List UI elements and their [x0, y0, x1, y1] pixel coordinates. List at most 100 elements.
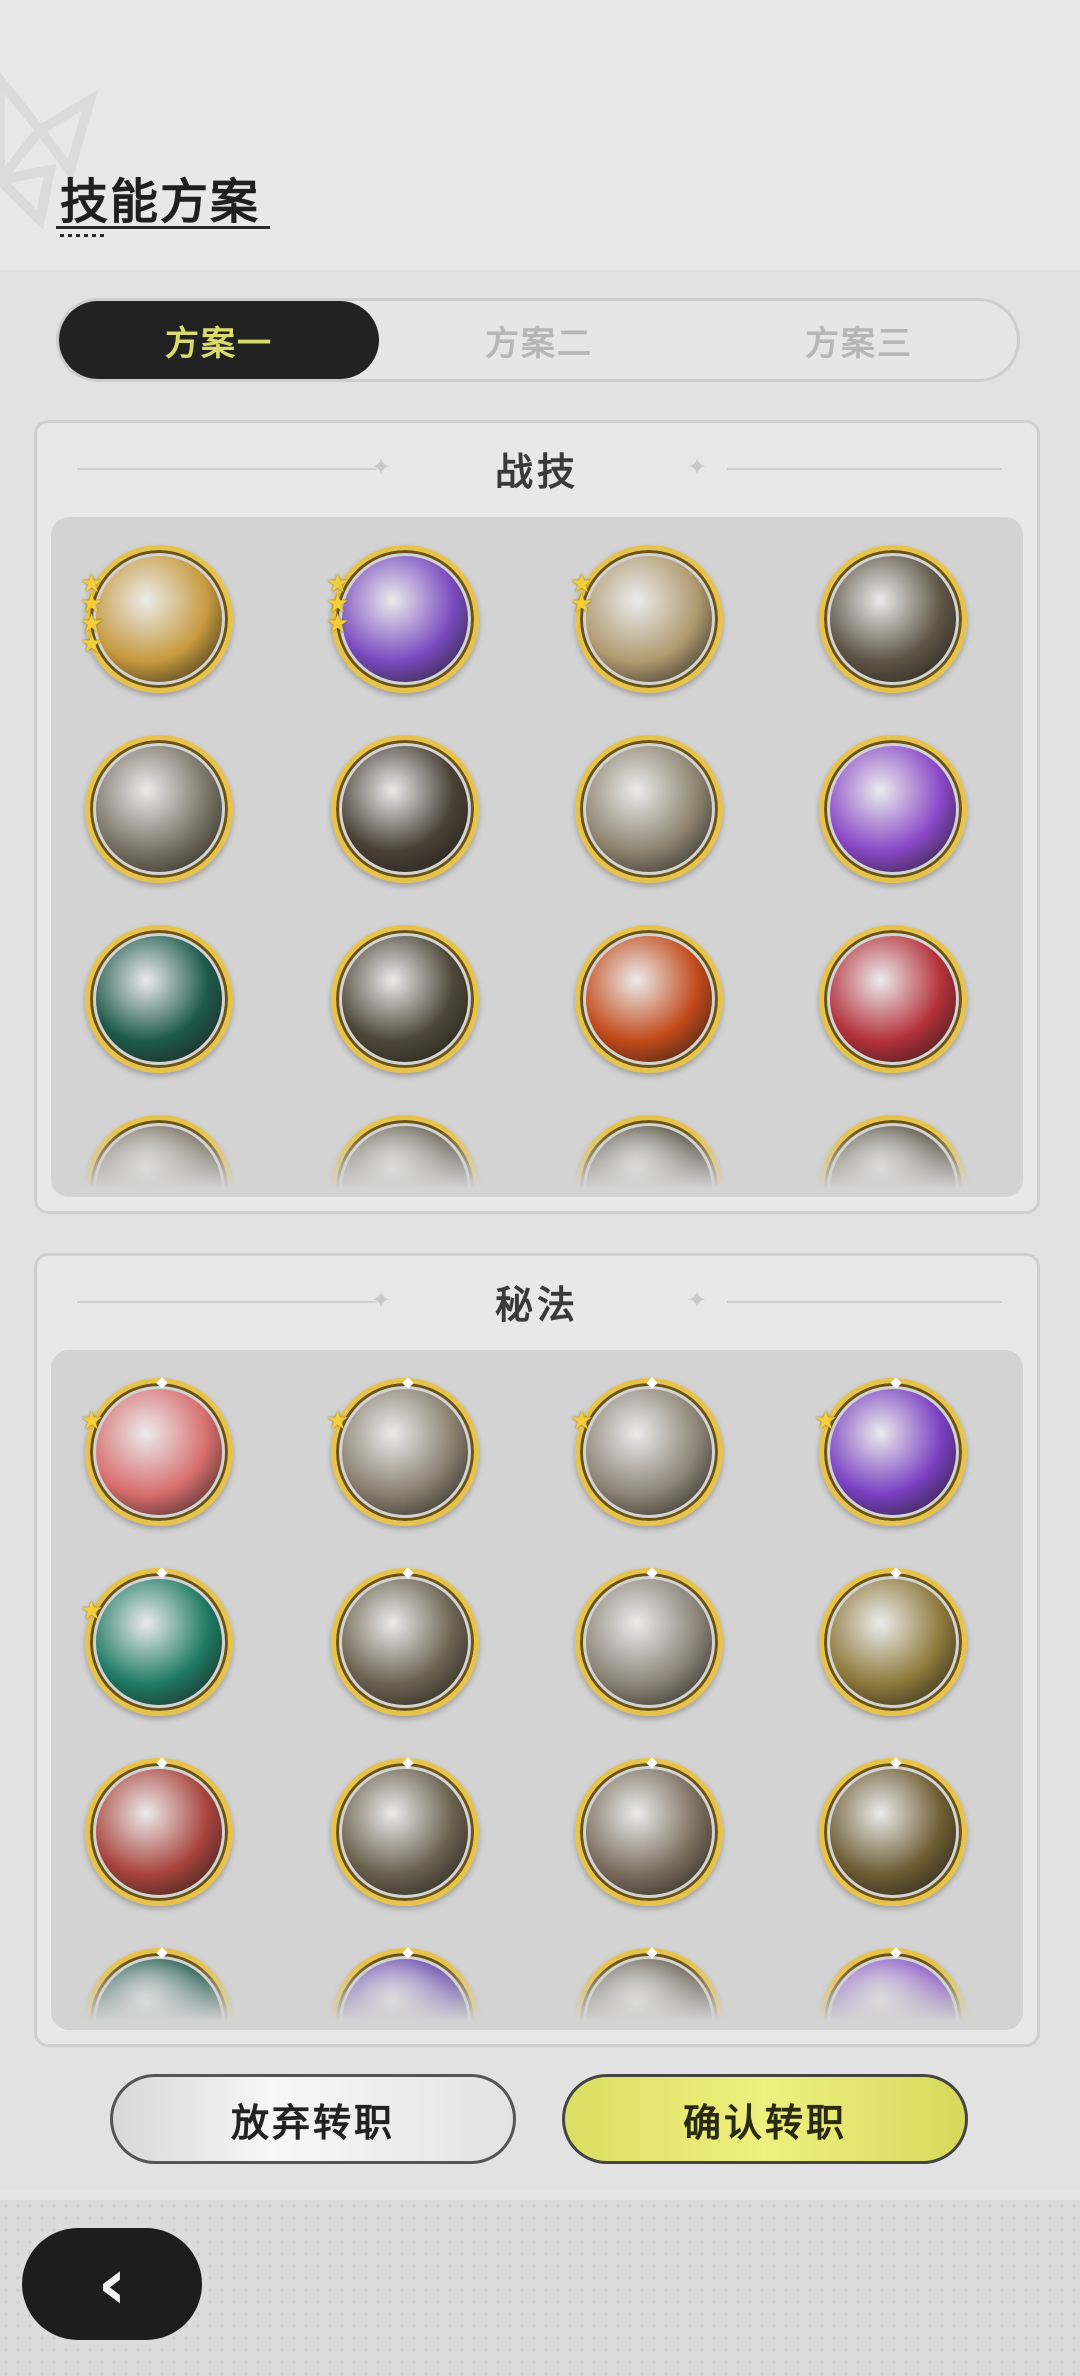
red-armor-icon[interactable]	[85, 1757, 233, 1906]
chevron-left-icon: ‹	[97, 2243, 127, 2325]
golden-armor-icon[interactable]	[819, 1567, 967, 1716]
blade-icon[interactable]	[575, 1567, 723, 1716]
marker-icon	[646, 1947, 658, 1959]
heart-badge-icon[interactable]	[575, 1757, 723, 1906]
scroll-fade	[51, 1962, 1023, 2030]
star-icon: ★	[80, 629, 104, 659]
marker-icon	[646, 1567, 658, 1579]
scroll-fade	[51, 1129, 1023, 1197]
whirl-arrow-icon[interactable]	[85, 735, 233, 883]
skill-artwork	[586, 746, 712, 872]
skill-artwork	[96, 746, 222, 872]
star-rating: ★	[80, 1408, 103, 1434]
skill-artwork	[586, 1579, 712, 1705]
star-icon: ★	[80, 1596, 104, 1626]
star-rating: ★	[80, 1596, 104, 1626]
skill-artwork	[830, 556, 956, 682]
skill-artwork	[342, 746, 468, 872]
marker-icon	[890, 1947, 902, 1959]
skill-artwork	[342, 1769, 468, 1895]
back-button[interactable]: ‹	[22, 2228, 202, 2340]
skill-artwork	[830, 1579, 956, 1705]
abandon-class-change-button[interactable]: 放弃转职	[110, 2074, 516, 2164]
star-icon: ★	[326, 1406, 350, 1436]
title-dots	[60, 234, 108, 237]
leaf-icon[interactable]: ★	[326, 1377, 479, 1526]
skill-artwork	[96, 556, 222, 682]
fire-emblem-icon[interactable]	[575, 925, 723, 1073]
marker-icon	[156, 1757, 168, 1769]
red-sword-icon[interactable]: ★	[80, 1377, 233, 1526]
star-rating: ★	[326, 1406, 350, 1436]
title-underline	[56, 226, 270, 229]
golden-swirl-icon[interactable]: ★ ★ ★ ★	[80, 545, 233, 693]
skill-artwork	[342, 1389, 468, 1515]
sparkle-icon: ✦	[687, 453, 708, 481]
skill-grid: ★ ★ ★ ★ ★	[51, 1350, 1023, 2030]
golden-plate-icon[interactable]	[819, 1757, 967, 1906]
panel-header: ✦ 战技 ✦	[37, 423, 1037, 513]
marker-icon	[156, 1947, 168, 1959]
skill-artwork	[586, 1389, 712, 1515]
star-rating: ★ ★	[570, 571, 594, 619]
skill-artwork	[342, 936, 468, 1062]
plan-tabs: 方案一 方案二 方案三	[56, 298, 1020, 382]
red-warrior-icon[interactable]	[819, 925, 967, 1073]
tab-plan-2[interactable]: 方案二	[379, 301, 699, 379]
marker-icon	[402, 1757, 414, 1769]
tab-plan-1[interactable]: 方案一	[59, 301, 379, 379]
sparkle-icon: ✦	[687, 1286, 708, 1314]
marker-icon	[402, 1377, 414, 1389]
skill-artwork	[96, 1579, 222, 1705]
confirm-class-change-button[interactable]: 确认转职	[562, 2074, 968, 2164]
panel-header: ✦ 秘法 ✦	[37, 1256, 1037, 1346]
marker-icon	[890, 1377, 902, 1389]
skill-artwork	[96, 936, 222, 1062]
marker-icon	[156, 1567, 168, 1579]
star-rating: ★ ★ ★ ★	[80, 571, 104, 659]
skill-artwork	[830, 746, 956, 872]
skill-artwork	[586, 556, 712, 682]
marker-icon	[402, 1567, 414, 1579]
combat-skills-panel: ✦ 战技 ✦ ★ ★ ★ ★ ★ ★ ★ ★ ★	[34, 420, 1040, 1214]
marker-icon	[646, 1377, 658, 1389]
star-rating: ★	[570, 1406, 594, 1436]
skill-artwork	[830, 936, 956, 1062]
heart-shield-icon[interactable]	[819, 735, 967, 883]
skill-artwork	[96, 1769, 222, 1895]
marker-icon	[402, 1947, 414, 1959]
ground-spike-icon[interactable]	[331, 925, 479, 1073]
marker-icon	[890, 1757, 902, 1769]
divider	[727, 1301, 1002, 1303]
skill-artwork	[586, 936, 712, 1062]
marker-icon	[646, 1757, 658, 1769]
wind-slash-icon[interactable]	[819, 545, 967, 693]
divider	[727, 468, 1002, 470]
purple-claw-icon[interactable]: ★ ★ ★	[326, 545, 479, 693]
gauntlet-icon[interactable]	[331, 1757, 479, 1906]
dagger-icon[interactable]: ★	[570, 1377, 723, 1526]
skill-artwork	[96, 1389, 222, 1515]
heal-plus-icon[interactable]: ★	[80, 1567, 233, 1716]
star-icon: ★	[570, 589, 594, 619]
skill-artwork	[342, 556, 468, 682]
skill-artwork	[830, 1389, 956, 1515]
marker-icon	[156, 1377, 168, 1389]
skill-grid: ★ ★ ★ ★ ★ ★ ★ ★ ★	[51, 517, 1023, 1197]
skill-artwork	[586, 1769, 712, 1895]
star-icon: ★	[326, 609, 350, 639]
tornado-icon[interactable]	[575, 735, 723, 883]
skill-artwork	[342, 1579, 468, 1705]
green-slash-icon[interactable]	[85, 925, 233, 1073]
star-rating: ★	[814, 1408, 837, 1434]
light-sword-icon[interactable]: ★ ★	[570, 545, 723, 693]
eye-icon[interactable]	[331, 1567, 479, 1716]
tab-plan-3[interactable]: 方案三	[699, 301, 1019, 379]
arcane-skills-panel: ✦ 秘法 ✦ ★ ★ ★ ★ ★	[34, 1253, 1040, 2047]
star-icon: ★	[570, 1406, 594, 1436]
skill-artwork	[830, 1769, 956, 1895]
marker-icon	[890, 1567, 902, 1579]
burst-icon[interactable]	[331, 735, 479, 883]
page-title: 技能方案	[60, 174, 261, 230]
purple-flame-icon[interactable]: ★	[814, 1377, 967, 1526]
